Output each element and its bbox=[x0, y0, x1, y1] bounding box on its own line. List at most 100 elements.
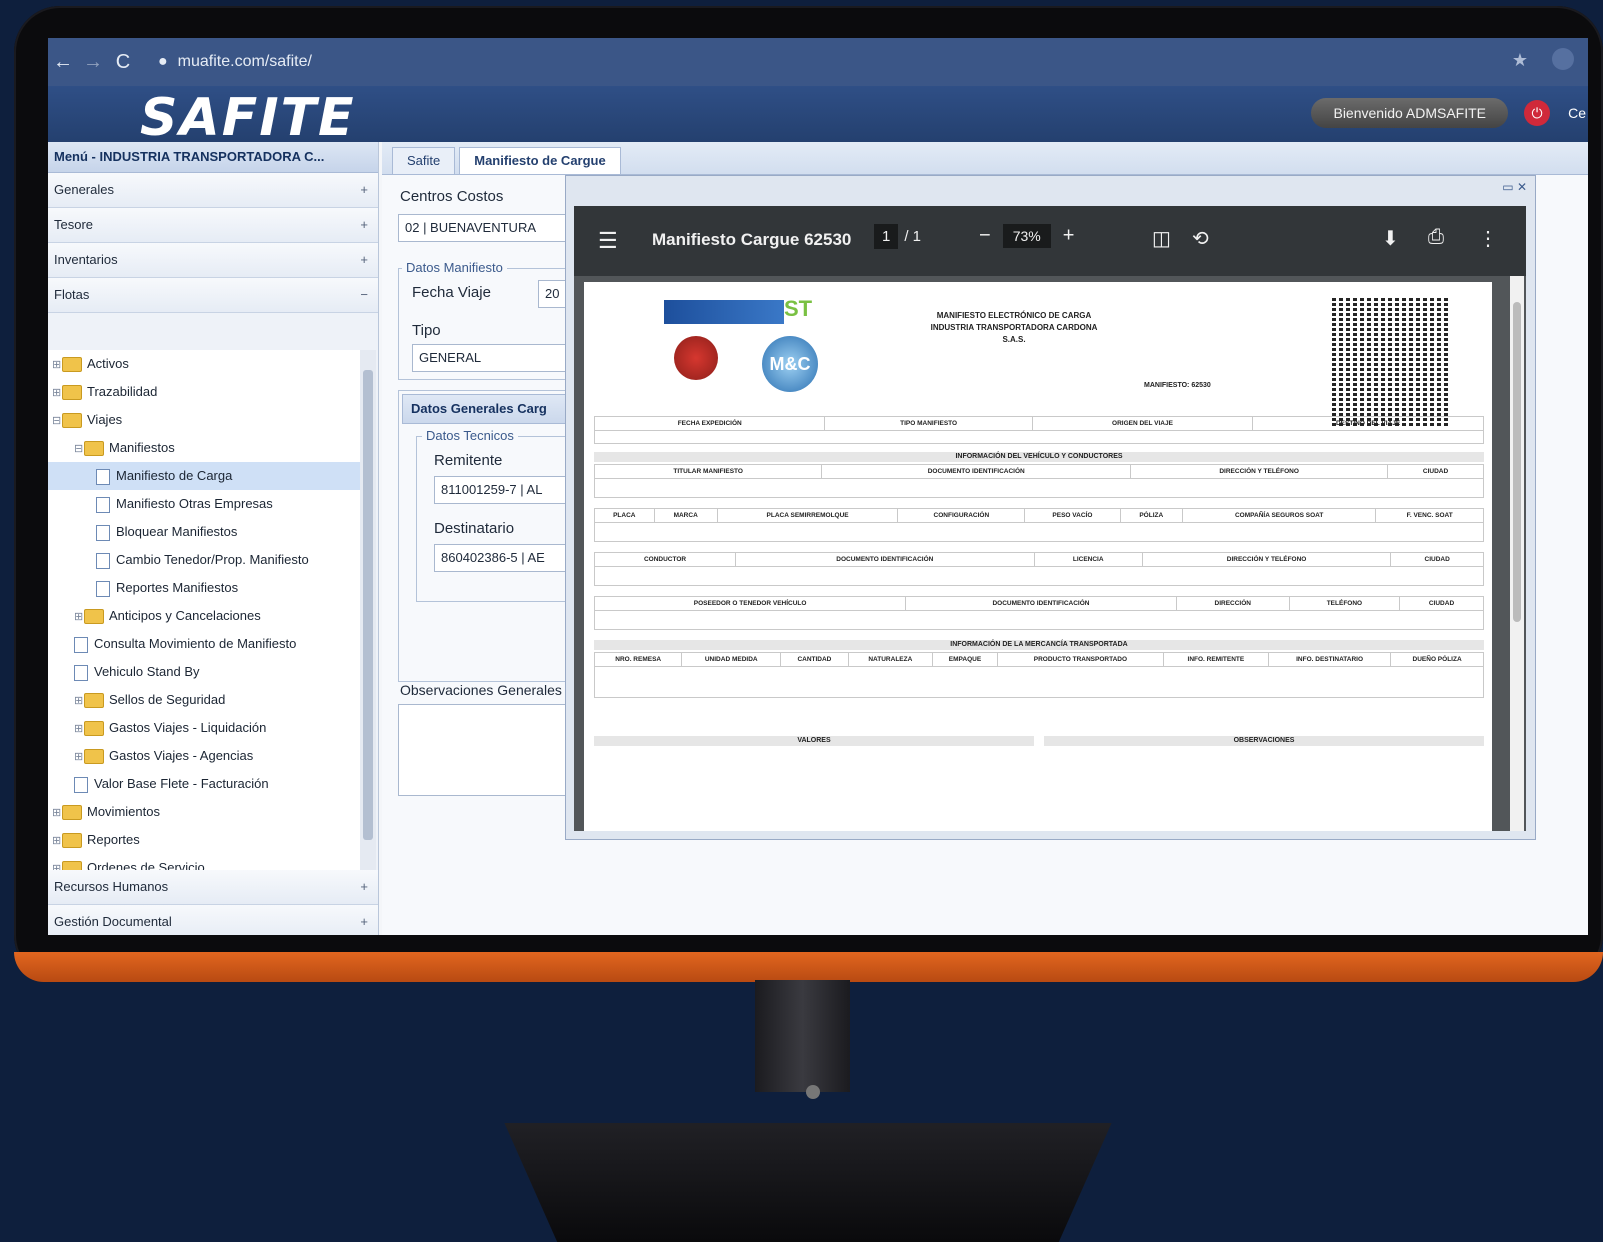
tab-manifiesto-cargue[interactable]: Manifiesto de Cargue bbox=[459, 147, 621, 174]
tipo-field[interactable]: GENERAL bbox=[412, 344, 570, 372]
table-header-cell: TIPO MANIFIESTO bbox=[824, 416, 1033, 431]
table-header-cell: DOCUMENTO IDENTIFICACIÓN bbox=[735, 552, 1035, 567]
tree-item[interactable]: ⊞ Anticipos y Cancelaciones bbox=[48, 602, 360, 630]
tree-item[interactable]: Cambio Tenedor/Prop. Manifiesto bbox=[48, 546, 360, 574]
expand-icon[interactable]: ⊞ bbox=[74, 743, 84, 771]
table-header-cell: PESO VACÍO bbox=[1024, 508, 1121, 523]
address-bar[interactable]: ● muafite.com/safite/ bbox=[158, 53, 312, 71]
expand-toggle-icon[interactable]: + bbox=[360, 870, 368, 904]
forward-icon[interactable]: → bbox=[78, 51, 108, 74]
expand-icon[interactable]: ⊞ bbox=[52, 379, 62, 407]
tree-item[interactable]: Bloquear Manifiestos bbox=[48, 518, 360, 546]
expand-toggle-icon[interactable]: + bbox=[360, 173, 368, 207]
tree-item[interactable]: ⊞ Activos bbox=[48, 350, 360, 378]
tree-item[interactable]: Valor Base Flete - Facturación bbox=[48, 770, 360, 798]
tree-item[interactable]: Consulta Movimiento de Manifiesto bbox=[48, 630, 360, 658]
observaciones-label: Observaciones Generales bbox=[400, 682, 562, 698]
table-header-cell: TELÉFONO bbox=[1288, 596, 1401, 611]
zoom-in-icon[interactable]: + bbox=[1063, 224, 1075, 246]
sidebar: Menú - INDUSTRIA TRANSPORTADORA C... Gen… bbox=[48, 142, 379, 935]
tree-scroll-thumb[interactable] bbox=[363, 370, 373, 840]
tree-item[interactable]: ⊞ Gastos Viajes - Agencias bbox=[48, 742, 360, 770]
accordion-top-2[interactable]: Inventarios + bbox=[48, 243, 378, 278]
more-options-icon[interactable]: ⋮ bbox=[1478, 226, 1498, 251]
expand-toggle-icon[interactable]: + bbox=[360, 243, 368, 277]
tree-item-label: Gastos Viajes - Liquidación bbox=[109, 720, 267, 735]
tree-item[interactable]: ⊟ Viajes bbox=[48, 406, 360, 434]
tree-item[interactable]: ⊟ Manifiestos bbox=[48, 434, 360, 462]
destinatario-label: Destinatario bbox=[434, 520, 515, 537]
tree-item[interactable]: ⊞ Ordenes de Servicio bbox=[48, 854, 360, 870]
accordion-top-1[interactable]: Tesore + bbox=[48, 208, 378, 243]
page-indicator: 1 / 1 bbox=[874, 224, 921, 254]
accordion-top-3[interactable]: Flotas − bbox=[48, 278, 378, 313]
tree-item[interactable]: Manifiesto Otras Empresas bbox=[48, 490, 360, 518]
back-icon[interactable]: ← bbox=[48, 51, 78, 74]
tree-item-label: Reportes bbox=[87, 832, 140, 847]
window-controls[interactable]: ▭ ✕ bbox=[1502, 180, 1527, 194]
print-icon[interactable]: ⎙ bbox=[1428, 226, 1444, 249]
folder-icon bbox=[62, 833, 82, 849]
table-header-cell: COMPAÑÍA SEGUROS SOAT bbox=[1182, 508, 1377, 523]
pdf-scrollbar[interactable] bbox=[1510, 276, 1524, 831]
rotate-icon[interactable]: ⟲ bbox=[1192, 226, 1209, 251]
tree-item[interactable]: ⊞ Gastos Viajes - Liquidación bbox=[48, 714, 360, 742]
logout-label[interactable]: Ce bbox=[1568, 105, 1586, 121]
pdf-scroll-thumb[interactable] bbox=[1513, 302, 1521, 622]
remitente-field[interactable]: 811001259-7 | AL bbox=[434, 476, 572, 504]
zoom-value[interactable]: 73% bbox=[1002, 224, 1051, 248]
tab-safite[interactable]: Safite bbox=[392, 147, 456, 174]
tree-item[interactable]: ⊞ Reportes bbox=[48, 826, 360, 854]
tree-item[interactable]: ⊞ Movimientos bbox=[48, 798, 360, 826]
power-icon[interactable]: ⏻ bbox=[1524, 100, 1550, 126]
observaciones-textarea[interactable] bbox=[398, 704, 576, 796]
fit-page-icon[interactable]: ◫ bbox=[1152, 226, 1171, 251]
doc-heading-line: INDUSTRIA TRANSPORTADORA CARDONA bbox=[930, 323, 1098, 332]
reload-icon[interactable]: C bbox=[108, 51, 138, 74]
expand-icon[interactable]: ⊞ bbox=[74, 715, 84, 743]
zoom-controls: −73% + bbox=[979, 224, 1074, 248]
expand-icon[interactable]: ⊞ bbox=[52, 827, 62, 855]
expand-icon[interactable]: ⊞ bbox=[52, 855, 62, 870]
expand-icon[interactable]: ⊞ bbox=[52, 351, 62, 379]
destinatario-field[interactable]: 860402386-5 | AE bbox=[434, 544, 572, 572]
menu-icon[interactable]: ☰ bbox=[598, 228, 618, 254]
expand-toggle-icon[interactable]: + bbox=[360, 208, 368, 242]
tree-item[interactable]: Vehiculo Stand By bbox=[48, 658, 360, 686]
expand-icon[interactable]: ⊞ bbox=[74, 603, 84, 631]
document-heading: MANIFIESTO ELECTRÓNICO DE CARGA INDUSTRI… bbox=[884, 310, 1144, 346]
page-current-input[interactable]: 1 bbox=[874, 224, 899, 249]
download-icon[interactable]: ⬇ bbox=[1382, 226, 1399, 251]
table-header-cell: CIUDAD bbox=[1387, 464, 1484, 479]
expand-icon[interactable]: ⊞ bbox=[52, 799, 62, 827]
folder-icon bbox=[84, 609, 104, 625]
tree-item-label: Reportes Manifiestos bbox=[116, 580, 239, 595]
tree-item[interactable]: ⊞ Sellos de Seguridad bbox=[48, 686, 360, 714]
mercancia-table: NRO. REMESA UNIDAD MEDIDA CANTIDAD NATURALE… bbox=[593, 652, 1484, 698]
fecha-viaje-label: Fecha Viaje bbox=[412, 284, 491, 301]
browser-toolbar: ← → C ● muafite.com/safite/ ★ bbox=[48, 38, 1588, 86]
expand-icon[interactable]: ⊞ bbox=[74, 687, 84, 715]
tree-scrollbar[interactable] bbox=[360, 350, 376, 870]
folder-icon bbox=[62, 861, 82, 870]
table-header-cell: FECHA EXPEDICIÓN bbox=[593, 416, 826, 431]
expand-toggle-icon[interactable]: − bbox=[360, 278, 368, 312]
tree-item[interactable]: Manifiesto de Carga bbox=[48, 462, 360, 490]
table-header-cell: INFO. REMITENTE bbox=[1162, 652, 1270, 667]
accordion-bottom-0[interactable]: Recursos Humanos + bbox=[48, 870, 378, 905]
menu-title: Menú - INDUSTRIA TRANSPORTADORA C... bbox=[48, 142, 378, 173]
folder-icon bbox=[62, 357, 82, 373]
accordion-label: Recursos Humanos bbox=[54, 879, 169, 894]
centros-costos-field[interactable]: 02 | BUENAVENTURA bbox=[398, 214, 566, 242]
tree-item[interactable]: Reportes Manifiestos bbox=[48, 574, 360, 602]
expand-toggle-icon[interactable]: + bbox=[360, 905, 368, 935]
accordion-top-0[interactable]: Generales + bbox=[48, 173, 378, 208]
accordion-bottom-1[interactable]: Gestión Documental + bbox=[48, 905, 378, 935]
tree-item[interactable]: ⊞ Trazabilidad bbox=[48, 378, 360, 406]
zoom-out-icon[interactable]: − bbox=[979, 224, 991, 246]
bookmark-star-icon[interactable]: ★ bbox=[1512, 50, 1528, 71]
collapse-icon[interactable]: ⊟ bbox=[74, 435, 84, 463]
datos-manifiesto-legend: Datos Manifiesto bbox=[402, 260, 507, 275]
collapse-icon[interactable]: ⊟ bbox=[52, 407, 62, 435]
profile-icon[interactable] bbox=[1552, 48, 1574, 70]
